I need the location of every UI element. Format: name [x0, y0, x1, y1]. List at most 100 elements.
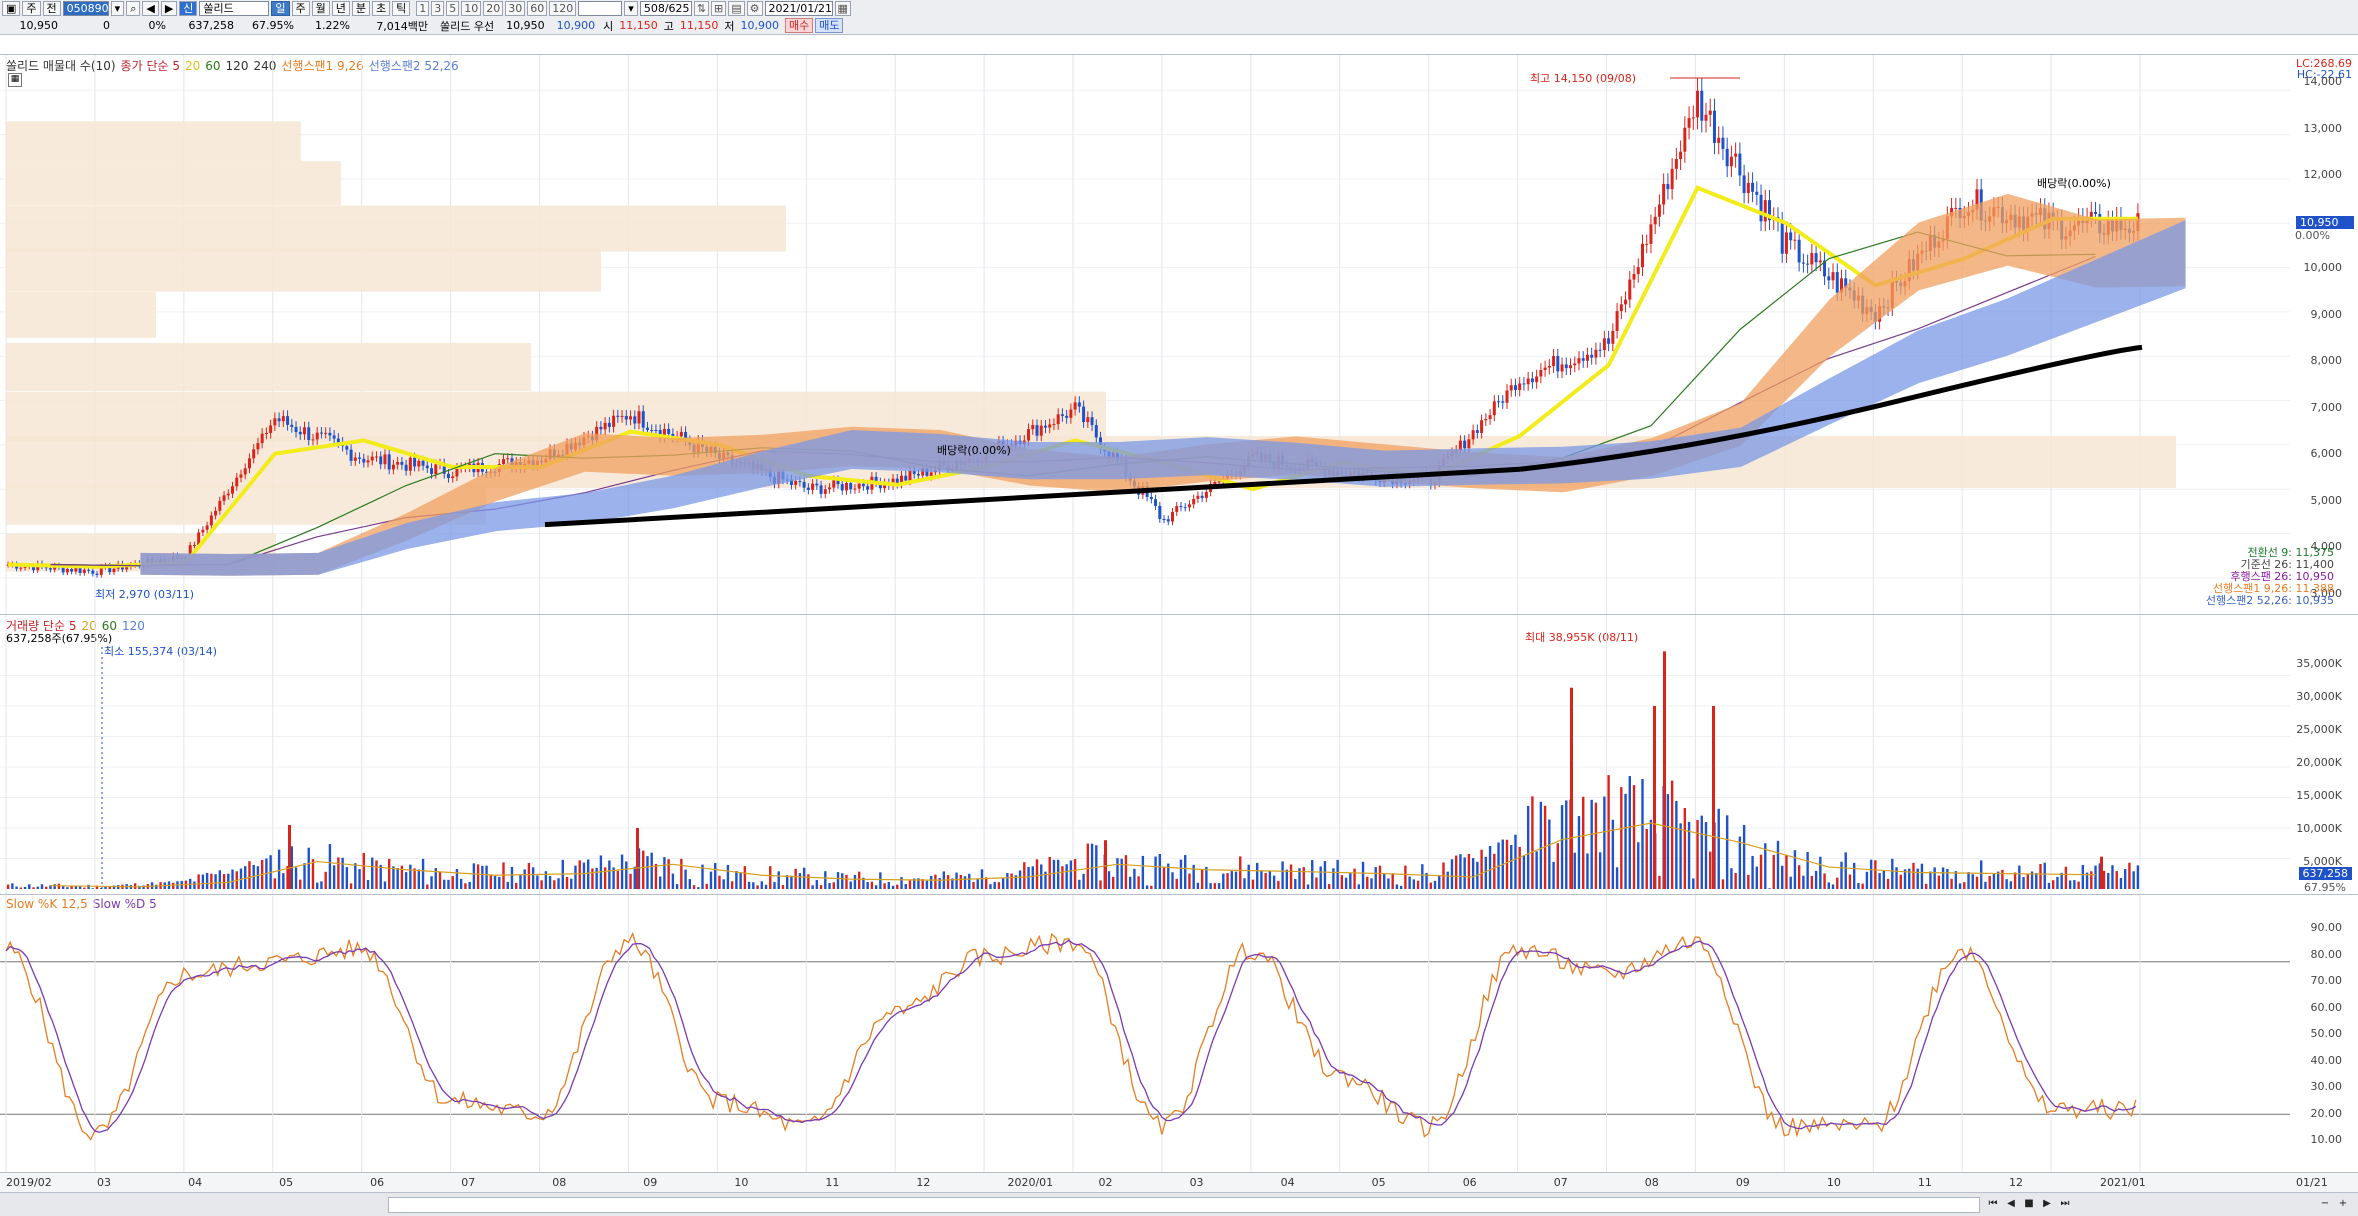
y-tick-label: 20,000K [2296, 756, 2342, 769]
num-tab-7[interactable]: 120 [549, 1, 577, 16]
prev-button[interactable]: ◀ [142, 1, 159, 16]
search-icon[interactable]: ⌕ [126, 1, 141, 16]
period-tab-2[interactable]: 년 [331, 1, 350, 16]
calendar-icon[interactable]: ▦ [834, 1, 851, 16]
y-tick-label: 7,000 [2310, 400, 2343, 414]
buy-button[interactable]: 매수 [784, 18, 814, 33]
volume-bar [1848, 874, 1852, 889]
volume-bar [1239, 856, 1242, 889]
candle-body [328, 432, 332, 436]
count-dropdown-button[interactable]: ▾ [624, 1, 638, 16]
zoom-out-button[interactable]: − [2318, 1197, 2332, 1211]
scroll-last-button[interactable]: ⏭ [2058, 1197, 2072, 1211]
scroll-stop-button[interactable]: ■ [2022, 1197, 2036, 1211]
volume-bar [1294, 879, 1297, 889]
volume-bar [1895, 867, 1898, 889]
save-icon[interactable]: ▤ [728, 1, 745, 16]
volume-bar [426, 884, 429, 889]
volume-bar [879, 872, 882, 889]
y-tick-label: 60.00 [2310, 1000, 2343, 1014]
volume-bar [455, 868, 459, 889]
volume-bar [836, 872, 840, 889]
volume-bar [1929, 871, 1932, 889]
num-tab-1[interactable]: 3 [431, 1, 445, 16]
code-dropdown-button[interactable]: ▾ [110, 1, 125, 16]
y-tick-label: 14,000 [2303, 75, 2343, 88]
volume-bar [1704, 822, 1708, 889]
candle-body [379, 456, 383, 465]
candle-body [281, 416, 285, 422]
data-count[interactable]: 508/625 [639, 1, 692, 16]
volume-bar [557, 878, 560, 889]
scroll-first-button[interactable]: ⏮ [1986, 1197, 2000, 1211]
candle-body [637, 411, 641, 424]
stock-name-field[interactable]: 쏠리드 [199, 1, 270, 16]
stochastic-chart[interactable] [0, 895, 2358, 1173]
settings-icon[interactable]: ⚙ [746, 1, 763, 16]
candle-body [400, 461, 404, 465]
candle-body [929, 472, 933, 476]
candle-body [840, 484, 844, 491]
volume-bar [675, 884, 679, 889]
stochastic-panel[interactable]: Slow %K 12,5 Slow %D 5 90.00 80.00 70.00 60.… [0, 894, 2358, 1173]
price-panel[interactable]: 쏠리드 매물대 수(10) 종가 단순 5 20 60 120 240 선행스팬1 9,26… [0, 54, 2358, 615]
type-selector[interactable]: 주 [22, 1, 41, 16]
num-tab-4[interactable]: 20 [483, 1, 504, 16]
date-field[interactable]: 2021/01/21 [764, 1, 833, 16]
candle-body [1611, 330, 1615, 344]
num-tab-2[interactable]: 5 [446, 1, 460, 16]
range-selector[interactable]: 전 [42, 1, 61, 16]
volume-bar [1010, 873, 1013, 889]
volume-bar [1683, 808, 1687, 889]
period-tab-3[interactable]: 분 [351, 1, 371, 16]
scrollbar-thumb[interactable] [388, 1197, 1980, 1213]
candle-body [1094, 425, 1098, 438]
period-menu-icon[interactable]: ▣ [2, 1, 21, 16]
tool-icon-1[interactable]: ⇅ [693, 1, 710, 16]
volume-bar [2005, 879, 2008, 889]
num-tab-6[interactable]: 60 [527, 1, 548, 16]
volume-bar [1742, 825, 1746, 889]
volume-bar [1996, 871, 2000, 889]
scroll-prev-button[interactable]: ◀ [2004, 1197, 2018, 1211]
price-tag: 10,950 [2296, 216, 2354, 229]
volume-bar [633, 866, 636, 889]
sell-button[interactable]: 매도 [815, 18, 844, 33]
volume-bar [578, 860, 581, 889]
chart-scrollbar[interactable]: ⏮ ◀ ■ ▶ ⏭ − + [0, 1192, 2358, 1216]
volume-chart[interactable] [0, 615, 2358, 895]
num-tab-0[interactable]: 1 [416, 1, 430, 16]
candle-body [362, 458, 366, 463]
volume-bar [2060, 872, 2063, 889]
candle-body [815, 483, 819, 486]
period-tab-0[interactable]: 주 [291, 1, 310, 16]
zoom-in-button[interactable]: + [2336, 1197, 2350, 1211]
count-field[interactable] [578, 1, 623, 16]
period-tab-5[interactable]: 틱 [392, 1, 411, 16]
volume-bar [908, 880, 912, 889]
period-tab-4[interactable]: 초 [372, 1, 391, 16]
volume-bar [1493, 853, 1496, 889]
candle-body [1674, 158, 1678, 169]
stock-code-input[interactable]: 050890 [62, 1, 109, 16]
num-tab-3[interactable]: 10 [461, 1, 482, 16]
period-tab-1[interactable]: 월 [311, 1, 330, 16]
scroll-play-button[interactable]: ▶ [2040, 1197, 2054, 1211]
price-chart[interactable] [0, 55, 2358, 615]
volume-bar [2064, 866, 2068, 889]
volume-bar [2056, 876, 2059, 889]
candle-body [374, 456, 378, 458]
next-button[interactable]: ▶ [160, 1, 178, 16]
volume-bar [764, 884, 768, 889]
volume-bar [2009, 881, 2013, 889]
volume-bar [730, 881, 734, 889]
volume-bar [104, 886, 107, 889]
volume-bar [1264, 872, 1267, 889]
num-tab-5[interactable]: 30 [505, 1, 526, 16]
tab-daily[interactable]: 일 [271, 1, 290, 16]
candle-body [1166, 519, 1170, 522]
candle-body [48, 568, 52, 570]
tool-icon-2[interactable]: ⊞ [711, 1, 727, 16]
volume-bar [2094, 865, 2097, 889]
volume-panel[interactable]: 거래량 단순 5 20 60 120 637,258주(67.95%) 최소 155,… [0, 614, 2358, 895]
